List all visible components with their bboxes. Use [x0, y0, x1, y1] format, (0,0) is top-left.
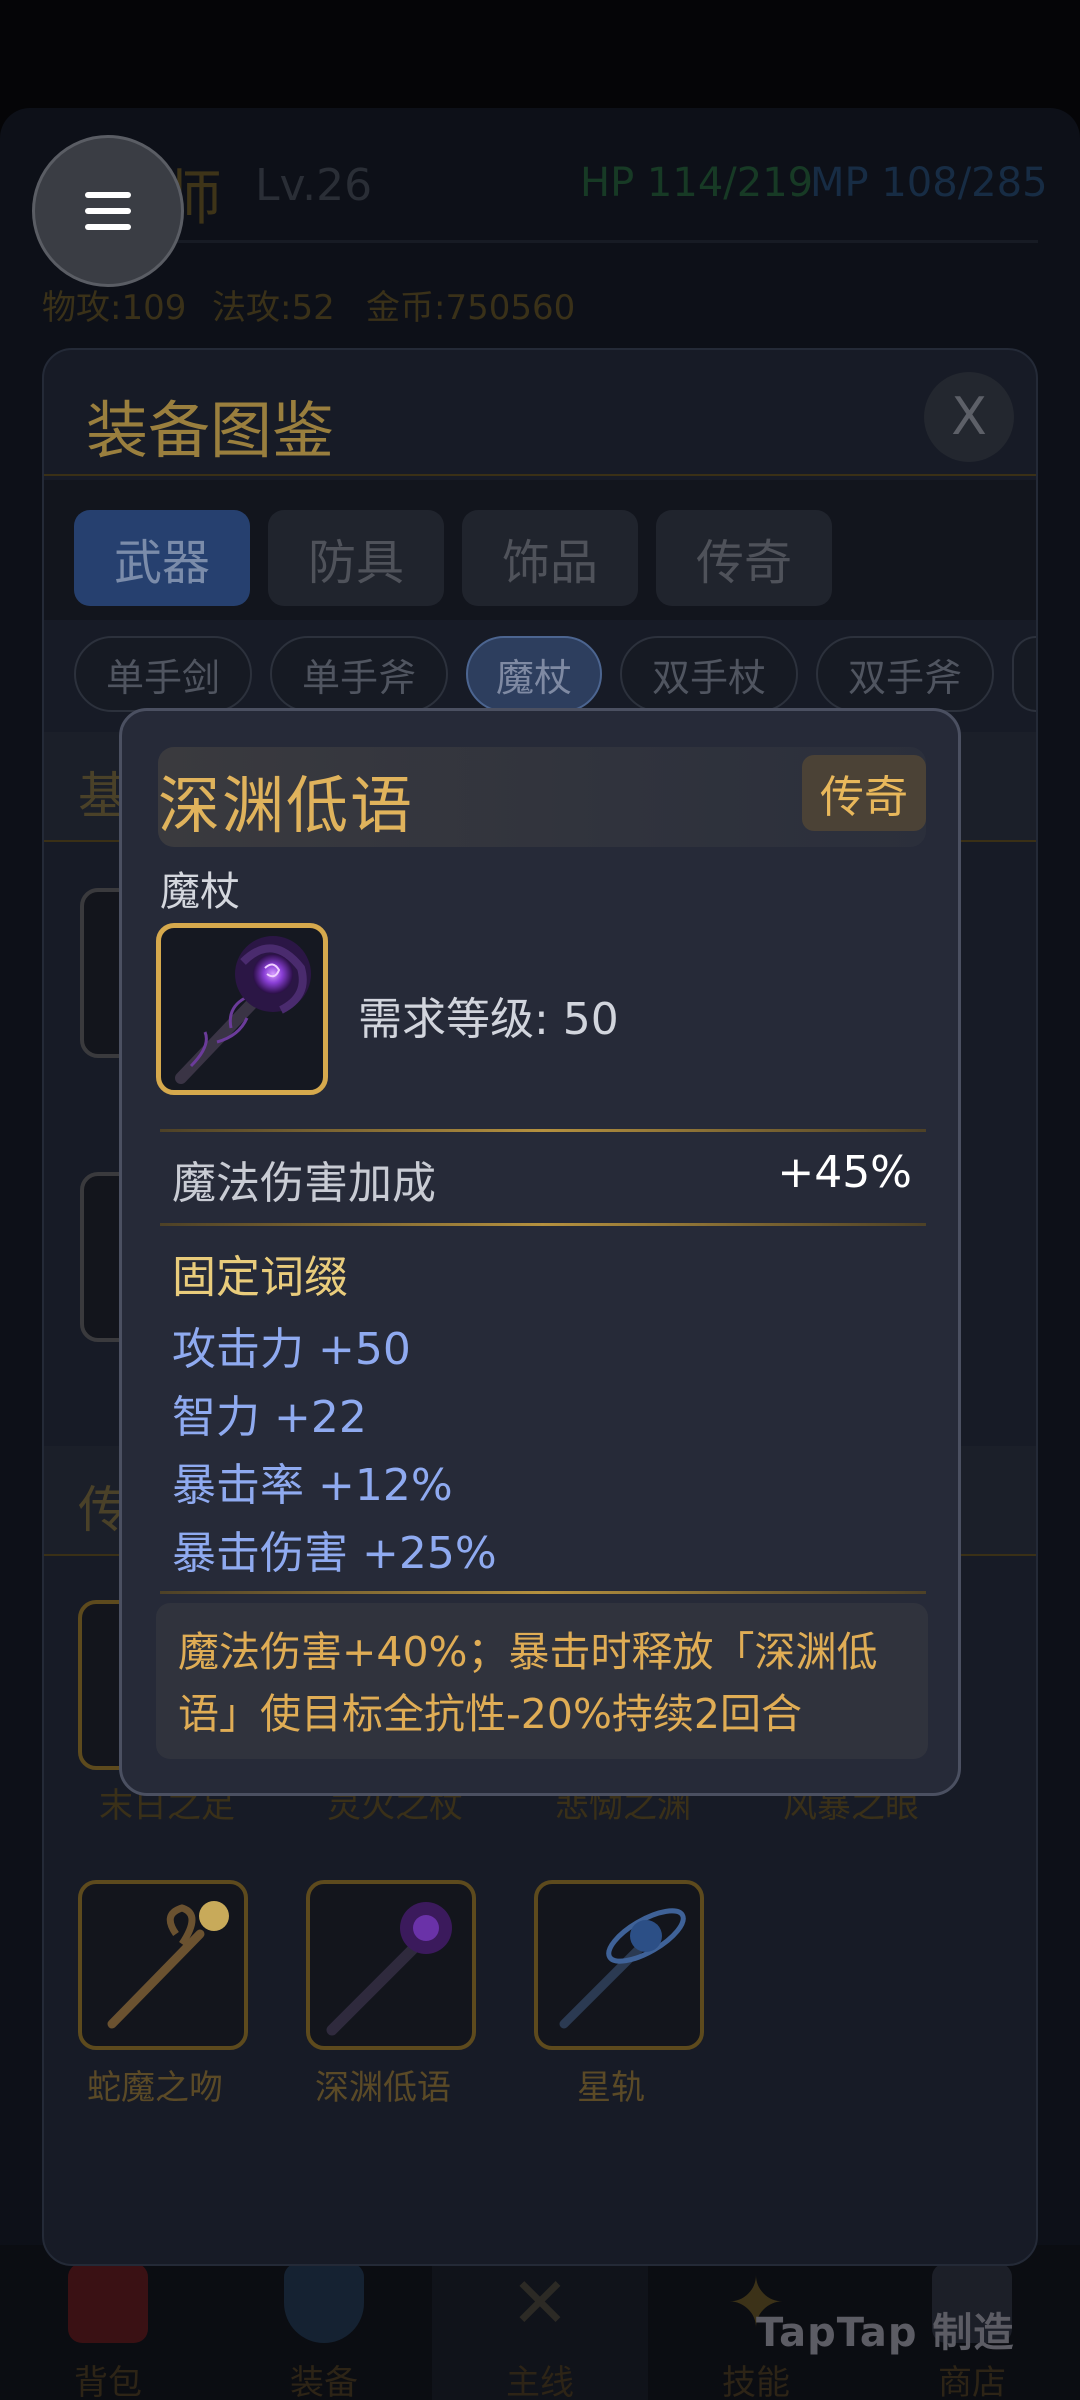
nav-equipment[interactable]: 装备	[216, 2245, 432, 2400]
item-detail-popup: 深渊低语 传奇 魔杖 需求等级: 50 魔法伤害加成 +45% 固定词缀 攻击力…	[119, 708, 961, 1796]
tab-armor[interactable]: 防具	[268, 510, 444, 606]
affix-line: 暴击伤害 +25%	[172, 1528, 497, 1579]
crossed-swords-icon: ✕	[510, 2262, 570, 2344]
gold-divider	[160, 1129, 926, 1132]
nav-label: 主线	[506, 2363, 574, 2400]
legend-item-label: 蛇魔之吻	[87, 2068, 223, 2108]
affix-line: 攻击力 +50	[172, 1324, 411, 1375]
hamburger-menu-icon	[85, 208, 131, 214]
legend-item-card[interactable]	[306, 1880, 476, 2050]
nav-backpack[interactable]: 背包	[0, 2245, 216, 2400]
nav-label: 技能	[722, 2363, 790, 2400]
subtab-two-hand-axe[interactable]: 双手斧	[816, 636, 994, 712]
star-orbit-staff-icon	[559, 1908, 686, 2029]
tab-weapons[interactable]: 武器	[74, 510, 250, 606]
subtab-one-hand-axe[interactable]: 单手斧	[270, 636, 448, 712]
affix-line: 智力 +22	[172, 1392, 367, 1443]
abyss-staff-icon	[175, 936, 311, 1084]
nav-label: 商店	[938, 2363, 1006, 2400]
level-requirement: 需求等级: 50	[358, 994, 619, 1045]
mp-readout: MP 108/285	[810, 160, 1048, 206]
subtab-more[interactable]	[1012, 636, 1036, 712]
close-button[interactable]: X	[924, 372, 1014, 462]
panel-title: 装备图鉴	[86, 394, 335, 467]
tab-accessories[interactable]: 饰品	[462, 510, 638, 606]
item-description: 魔法伤害+40%；暴击时释放「深渊低语」使目标全抗性-20%持续2回合	[156, 1603, 928, 1759]
item-icon-frame	[156, 923, 328, 1095]
hamburger-menu-icon	[85, 192, 131, 198]
stat-physical-attack: 物攻:109	[42, 288, 187, 328]
rarity-badge: 传奇	[802, 755, 926, 831]
header-divider	[42, 240, 1038, 243]
legend-item-label: 深渊低语	[315, 2068, 451, 2108]
legend-item-card[interactable]	[78, 1880, 248, 2050]
category-tabs: 武器 防具 饰品 传奇	[44, 480, 1036, 620]
nav-label: 背包	[74, 2363, 142, 2400]
legend-item-label: 星轨	[577, 2068, 645, 2108]
item-type: 魔杖	[160, 869, 240, 915]
hp-readout: HP 114/219	[580, 160, 814, 206]
shield-icon	[284, 2263, 364, 2343]
taptap-watermark: TapTap 制造	[756, 2310, 1015, 2356]
affix-line: 暴击率 +12%	[172, 1460, 453, 1511]
player-level: Lv.26	[255, 160, 373, 211]
hamburger-menu-icon	[85, 224, 131, 230]
subtab-one-hand-sword[interactable]: 单手剑	[74, 636, 252, 712]
backpack-icon	[68, 2263, 148, 2343]
main-attribute-value: +45%	[777, 1147, 912, 1198]
subtab-two-hand-staff[interactable]: 双手杖	[620, 636, 798, 712]
fixed-affix-header: 固定词缀	[172, 1252, 348, 1303]
legend-item-card[interactable]	[534, 1880, 704, 2050]
nav-label: 装备	[290, 2363, 358, 2400]
serpent-staff-icon	[107, 1901, 229, 2029]
tab-legendary[interactable]: 传奇	[656, 510, 832, 606]
abyss-staff-icon	[326, 1902, 452, 2036]
item-header: 深渊低语 传奇	[158, 747, 926, 847]
main-attribute-label: 魔法伤害加成	[172, 1158, 436, 1209]
title-divider	[44, 474, 1036, 476]
stat-gold: 金币:750560	[366, 288, 576, 328]
item-name: 深渊低语	[158, 769, 415, 842]
gold-divider	[160, 1223, 926, 1226]
nav-main-quest[interactable]: ✕ 主线	[432, 2245, 648, 2400]
subtab-wand[interactable]: 魔杖	[466, 636, 602, 712]
menu-button[interactable]	[32, 135, 184, 287]
stat-magic-attack: 法攻:52	[212, 288, 335, 328]
gold-divider	[160, 1591, 926, 1594]
